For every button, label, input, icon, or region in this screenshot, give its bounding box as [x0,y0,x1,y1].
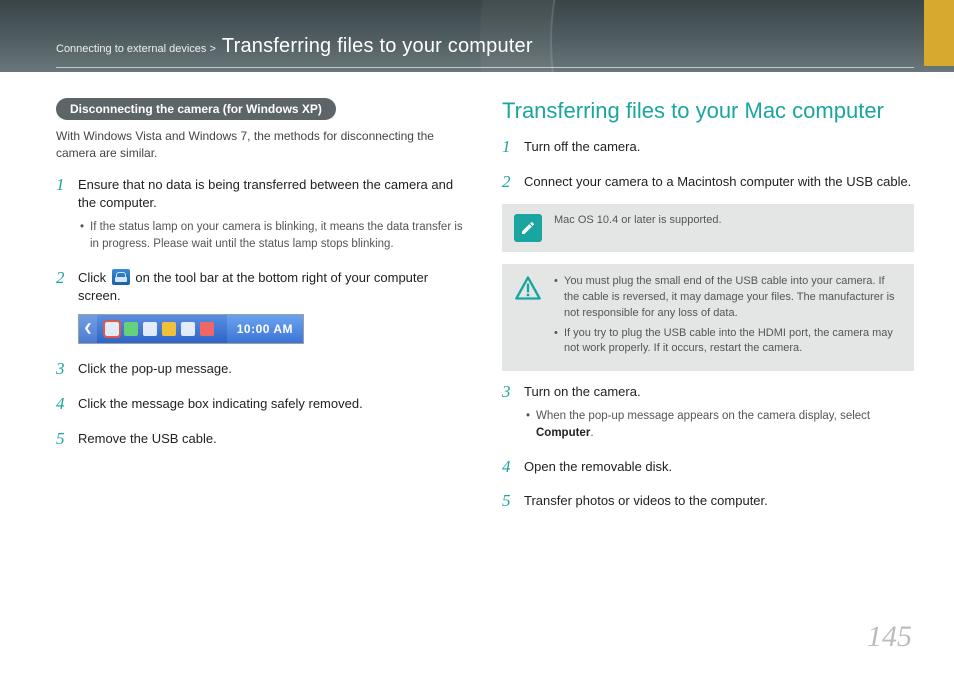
bullet-bold: Computer [536,427,590,439]
step-number: 2 [56,269,65,286]
warning-item: If you try to plug the USB cable into th… [554,326,902,358]
list-item: 5 Transfer photos or videos to the compu… [502,492,914,511]
list-item: 4 Click the message box indicating safel… [56,395,468,414]
step-text: Open the removable disk. [524,459,672,474]
step-text: Turn on the camera. [524,384,641,399]
warning-note: You must plug the small end of the USB c… [502,264,914,372]
tray-icon [200,322,214,336]
step-number: 5 [502,492,511,509]
step-text: Connect your camera to a Macintosh compu… [524,174,911,189]
taskbar-screenshot: ❮ 10:00 AM [78,314,304,344]
step-number: 1 [502,138,511,155]
list-item: 3 Turn on the camera. When the pop-up me… [502,383,914,441]
left-column: Disconnecting the camera (for Windows XP… [56,98,468,527]
system-tray [97,322,222,336]
right-column: Transferring files to your Mac computer … [502,98,914,527]
safely-remove-icon [112,269,130,285]
step-number: 5 [56,430,65,447]
accent-tab [924,0,954,66]
info-note-text: Mac OS 10.4 or later is supported. [554,214,722,226]
tray-icon [181,322,195,336]
tray-icon [162,322,176,336]
step-text: Remove the USB cable. [78,431,217,446]
bullet-post: . [590,427,593,439]
right-steps: 1 Turn off the camera. 2 Connect your ca… [502,138,914,192]
tray-expand-icon: ❮ [79,315,97,343]
page-header: Connecting to external devices > Transfe… [0,0,954,72]
step-bullet: If the status lamp on your camera is bli… [78,219,468,252]
list-item: 4 Open the removable disk. [502,458,914,477]
step-text: Transfer photos or videos to the compute… [524,493,768,508]
info-note: Mac OS 10.4 or later is supported. [502,204,914,252]
list-item: 5 Remove the USB cable. [56,430,468,449]
step-number: 4 [502,458,511,475]
list-item: 1 Ensure that no data is being transferr… [56,176,468,253]
page-body: Disconnecting the camera (for Windows XP… [0,72,954,676]
page-number: 145 [867,620,912,654]
step-text-post: on the tool bar at the bottom right of y… [78,270,428,304]
warning-list: You must plug the small end of the USB c… [554,274,902,362]
step-number: 3 [56,360,65,377]
step-text: Turn off the camera. [524,139,640,154]
step-number: 4 [56,395,65,412]
breadcrumb-prefix: Connecting to external devices > [56,43,216,55]
pencil-icon [514,214,542,242]
list-item: 3 Click the pop-up message. [56,360,468,379]
taskbar-clock: 10:00 AM [227,315,303,343]
breadcrumb: Connecting to external devices > Transfe… [56,35,533,58]
step-text: Click the message box indicating safely … [78,396,363,411]
step-number: 3 [502,383,511,400]
right-steps-cont: 3 Turn on the camera. When the pop-up me… [502,383,914,511]
breadcrumb-title: Transferring files to your computer [222,35,533,58]
step-number: 1 [56,176,65,193]
tray-icon [105,322,119,336]
header-divider [56,67,914,68]
step-text-pre: Click [78,270,106,285]
intro-text: With Windows Vista and Windows 7, the me… [56,128,468,162]
step-text: Ensure that no data is being transferred… [78,177,453,211]
warning-icon [514,274,542,302]
section-title: Transferring files to your Mac computer [502,98,914,124]
bullet-pre: When the pop-up message appears on the c… [536,410,870,422]
list-item: 2 Click on the tool bar at the bottom ri… [56,269,468,345]
tray-icon [124,322,138,336]
list-item: 1 Turn off the camera. [502,138,914,157]
tray-icon [143,322,157,336]
step-number: 2 [502,173,511,190]
subsection-pill: Disconnecting the camera (for Windows XP… [56,98,336,120]
list-item: 2 Connect your camera to a Macintosh com… [502,173,914,192]
warning-item: You must plug the small end of the USB c… [554,274,902,322]
step-text: Click the pop-up message. [78,361,232,376]
left-steps: 1 Ensure that no data is being transferr… [56,176,468,449]
step-bullet: When the pop-up message appears on the c… [524,408,914,441]
